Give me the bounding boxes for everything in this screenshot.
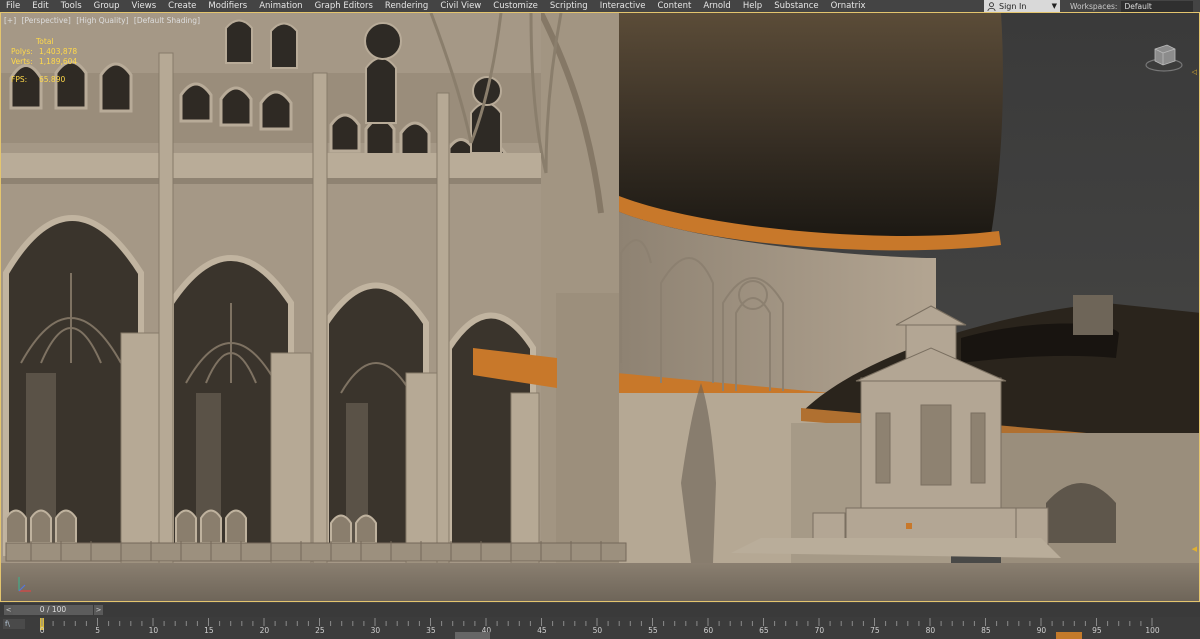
- user-icon: [987, 1, 996, 11]
- time-slider-bar: < 0 / 100 >: [0, 603, 1200, 617]
- ruler-tick-label: 30: [370, 626, 381, 635]
- chevron-down-icon: ▼: [1051, 2, 1057, 10]
- stats-fps-label: FPS:: [11, 75, 28, 84]
- ruler-tick-label: 50: [592, 626, 603, 635]
- ruler-tick-label: 45: [537, 626, 547, 635]
- time-slider-prev-button[interactable]: <: [4, 605, 13, 615]
- menu-item-substance[interactable]: Substance: [768, 0, 824, 12]
- viewport-label[interactable]: [+] [Perspective] [High Quality] [Defaul…: [4, 16, 203, 25]
- scene-render: [1, 13, 1199, 601]
- menu-item-file[interactable]: File: [0, 0, 26, 12]
- ruler-tick-label: 100: [1145, 626, 1160, 635]
- ruler-tick-label: 10: [148, 626, 159, 635]
- menu-item-content[interactable]: Content: [652, 0, 698, 12]
- ruler-tick-label: 75: [870, 626, 880, 635]
- viewport-statistics: Total Polys: 1,403,878 Verts: 1,189,604 …: [11, 37, 77, 85]
- menu-item-help[interactable]: Help: [737, 0, 768, 12]
- menu-item-customize[interactable]: Customize: [487, 0, 544, 12]
- viewport-shading[interactable]: [Default Shading]: [134, 16, 200, 25]
- track-bar[interactable]: f\ 0 5 10 15 20 25 30 35 40 45 50 55 60 65 70 75 80 85 90 9…: [0, 617, 1200, 639]
- ruler-tick-label: 85: [981, 626, 991, 635]
- ruler-tick-label: 80: [925, 626, 936, 635]
- stats-total-label: Total: [36, 37, 54, 46]
- ruler-scroll-strip: [455, 632, 490, 639]
- viewport-scroll-arrow-icon[interactable]: ◀: [1192, 545, 1197, 553]
- menu-item-views[interactable]: Views: [126, 0, 163, 12]
- stats-polys-value: 1,403,878: [39, 47, 78, 56]
- ruler-tick-label: 60: [703, 626, 714, 635]
- stats-verts-value: 1,189,604: [39, 57, 78, 66]
- viewport-point-of-view[interactable]: [Perspective]: [22, 16, 71, 25]
- ruler-tick-label: 55: [648, 626, 658, 635]
- menu-item-edit[interactable]: Edit: [26, 0, 54, 12]
- axis-tripod-icon: [18, 577, 31, 592]
- frame-ruler[interactable]: 0 5 10 15 20 25 30 35 40 45 50 55 60 65 70 75 80 85 90 95 10…: [38, 617, 1200, 639]
- menu-item-rendering[interactable]: Rendering: [379, 0, 434, 12]
- time-slider-thumb[interactable]: 0 / 100: [13, 605, 93, 615]
- viewport-menu-button[interactable]: [+]: [4, 16, 16, 25]
- menu-item-ornatrix[interactable]: Ornatrix: [825, 0, 872, 12]
- ruler-tick-label: 35: [426, 626, 436, 635]
- workspaces-value[interactable]: Default: [1121, 0, 1194, 12]
- sign-in-label: Sign In: [999, 1, 1027, 11]
- ruler-tick-label: 95: [1092, 626, 1102, 635]
- time-slider-next-button[interactable]: >: [94, 605, 103, 615]
- menu-item-create[interactable]: Create: [162, 0, 202, 12]
- ruler-tick-label: 25: [315, 626, 325, 635]
- menu-item-arnold[interactable]: Arnold: [697, 0, 737, 12]
- ruler-tick-label: 90: [1036, 626, 1047, 635]
- menu-item-modifiers[interactable]: Modifiers: [202, 0, 253, 12]
- menu-item-scripting[interactable]: Scripting: [544, 0, 594, 12]
- stats-fps-value: 65.890: [39, 75, 66, 84]
- viewport-resize-arrow-icon[interactable]: ◁: [1192, 67, 1197, 77]
- workspaces-label: Workspaces:: [1070, 1, 1118, 11]
- key-range-highlight: [1056, 632, 1082, 639]
- workspaces-selector[interactable]: Workspaces: Default: [1070, 0, 1194, 12]
- menu-item-animation[interactable]: Animation: [253, 0, 308, 12]
- ruler-tick-label: 0: [39, 626, 45, 635]
- ruler-tick-label: 20: [259, 626, 270, 635]
- perspective-viewport[interactable]: [+] [Perspective] [High Quality] [Defaul…: [0, 12, 1200, 602]
- mini-curve-editor-button[interactable]: f\: [3, 619, 25, 629]
- viewport-quality[interactable]: [High Quality]: [76, 16, 128, 25]
- stats-verts-label: Verts:: [11, 57, 33, 66]
- menu-item-graph-editors[interactable]: Graph Editors: [309, 0, 379, 12]
- ruler-tick-label: 15: [204, 626, 214, 635]
- menu-item-tools[interactable]: Tools: [55, 0, 88, 12]
- ruler-tick-label: 5: [95, 626, 101, 635]
- menu-item-civil-view[interactable]: Civil View: [434, 0, 487, 12]
- ruler-tick-label: 70: [814, 626, 825, 635]
- menu-item-group[interactable]: Group: [88, 0, 126, 12]
- viewcube-icon[interactable]: [1143, 35, 1185, 77]
- sign-in-button[interactable]: Sign In ▼: [984, 0, 1060, 12]
- ruler-tick-label: 65: [759, 626, 769, 635]
- menu-item-interactive[interactable]: Interactive: [594, 0, 652, 12]
- stats-polys-label: Polys:: [11, 47, 33, 56]
